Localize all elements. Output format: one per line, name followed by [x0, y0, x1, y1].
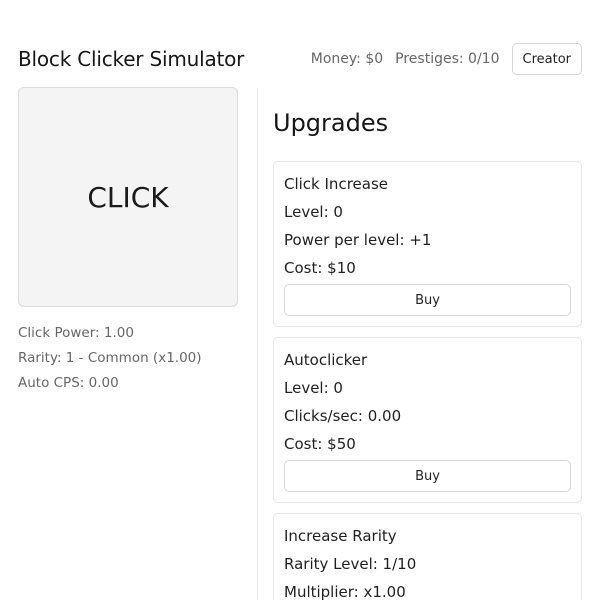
header-stats: Money: $0 Prestiges: 0/10 Creator	[311, 43, 582, 75]
buy-autoclicker-button[interactable]: Buy	[284, 460, 571, 492]
column-divider	[257, 88, 258, 600]
upgrade-level: Level: 0	[284, 379, 343, 397]
prestiges-display: Prestiges: 0/10	[395, 51, 500, 67]
upgrade-level: Rarity Level: 1/10	[284, 555, 417, 573]
auto-cps-stat: Auto CPS: 0.00	[18, 375, 119, 391]
upgrade-card-click-increase: Click Increase Level: 0 Power per level:…	[273, 161, 582, 327]
upgrade-name: Click Increase	[284, 175, 388, 193]
click-power-stat: Click Power: 1.00	[18, 325, 134, 341]
upgrade-cost: Cost: $10	[284, 259, 356, 277]
buy-click-increase-button[interactable]: Buy	[284, 284, 571, 316]
upgrade-cost: Cost: $50	[284, 435, 356, 453]
app-root: Block Clicker Simulator Money: $0 Presti…	[0, 0, 600, 600]
upgrade-card-increase-rarity: Increase Rarity Rarity Level: 1/10 Multi…	[273, 513, 582, 600]
money-display: Money: $0	[310, 51, 384, 67]
upgrade-detail: Clicks/sec: 0.00	[284, 407, 402, 425]
upgrades-title: Upgrades	[273, 109, 389, 137]
upgrade-detail: Multiplier: x1.00	[284, 583, 406, 600]
upgrade-detail: Power per level: +1	[284, 231, 432, 249]
header: Block Clicker Simulator Money: $0 Presti…	[18, 42, 582, 76]
click-block[interactable]: CLICK	[18, 87, 238, 307]
upgrade-card-autoclicker: Autoclicker Level: 0 Clicks/sec: 0.00 Co…	[273, 337, 582, 503]
upgrade-name: Increase Rarity	[284, 527, 397, 545]
upgrade-level: Level: 0	[284, 203, 343, 221]
rarity-stat: Rarity: 1 - Common (x1.00)	[18, 350, 202, 366]
upgrades-panel: Upgrades Click Increase Level: 0 Power p…	[273, 105, 582, 600]
app-title: Block Clicker Simulator	[18, 47, 245, 71]
creator-button[interactable]: Creator	[511, 43, 582, 75]
clicker-stats: Click Power: 1.00 Rarity: 1 - Common (x1…	[18, 321, 238, 396]
clicker-panel: CLICK Click Power: 1.00 Rarity: 1 - Comm…	[18, 87, 238, 396]
upgrade-name: Autoclicker	[284, 351, 368, 369]
